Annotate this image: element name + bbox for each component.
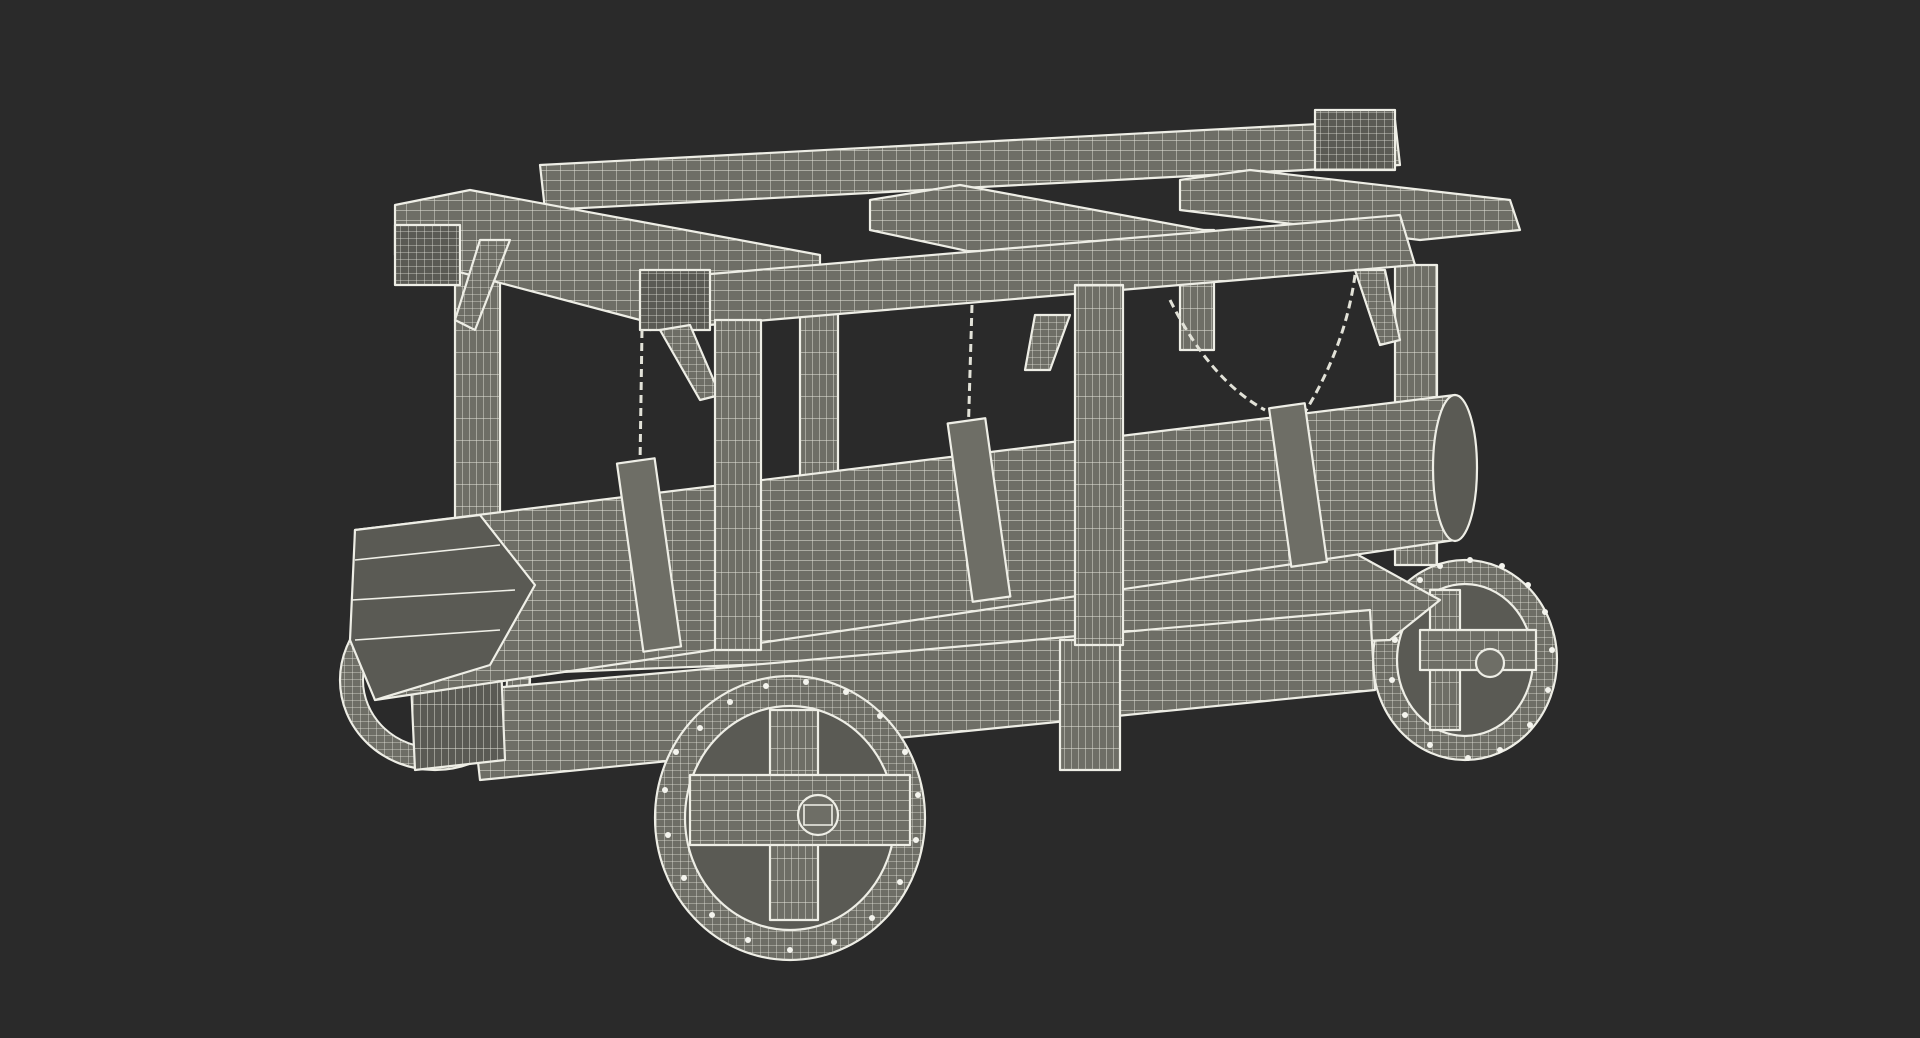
front-left-wheel: [653, 674, 927, 962]
render-viewport: [0, 0, 1920, 1038]
top-frame: [393, 108, 1522, 402]
wireframe-model: [338, 108, 1559, 962]
